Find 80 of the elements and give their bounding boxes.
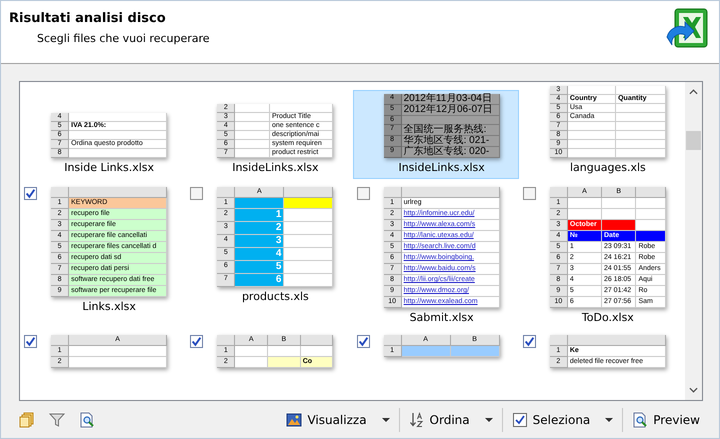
file-name: products.xls [242,290,309,303]
table-cell [568,131,616,140]
table-cell: 6 [235,274,284,287]
file-name: ToDo.xlsx [582,311,634,324]
table-cell [636,198,666,209]
table-cell: 2 [235,222,284,235]
caret-icon [605,418,614,422]
checkbox[interactable] [522,187,536,200]
table-cell [235,113,270,122]
file-name: Inside Links.xlsx [64,161,154,174]
file-name: languages.xls [570,161,646,174]
table-cell [616,149,666,158]
caret-icon [382,418,390,422]
file-name: InsideLinks.xlsx [398,161,485,174]
table-cell: 2012年11月03-04日 [402,94,500,105]
table-cell: 5 [235,261,284,274]
table-cell [284,248,334,261]
toolbar-button[interactable]: Visualizza [281,408,395,430]
table-cell [568,198,602,209]
table-cell [568,149,616,158]
table-cell [284,235,334,248]
table-cell [235,122,270,131]
table-cell [616,140,666,149]
table-cell [284,261,334,274]
table-cell [235,131,270,140]
table-cell: 华东地区专线: 021- [402,136,500,147]
document-search-icon[interactable] [79,412,95,428]
column-header [636,187,666,198]
table-cell [235,140,270,149]
column-header [300,335,334,346]
checkbox[interactable] [356,335,370,348]
checkbox[interactable] [190,187,204,200]
table-cell [235,104,270,113]
table-cell [568,140,616,149]
table-cell [636,209,666,220]
table-cell [568,122,616,131]
table-cell [270,104,334,113]
scrollbar[interactable] [685,82,702,400]
table-cell [616,104,666,113]
table-cell [235,149,270,158]
file-name: InsideLinks.xlsx [232,161,319,174]
table-cell: 1 [235,209,284,222]
table-cell: 2012年12月06-07日 [402,105,500,116]
picture-icon [286,412,302,428]
checkbox[interactable] [24,187,37,200]
toolbar-button[interactable]: Preview [627,408,705,430]
checkbox[interactable] [356,187,370,200]
table-cell: 全国统一服务热线: [402,125,500,136]
subtitle: Scegli files che vuoi recuperare [37,32,210,45]
table-cell: 4 [235,248,284,261]
scroll-down-icon[interactable] [689,387,698,393]
filter-icon[interactable] [49,412,65,428]
table-cell [616,131,666,140]
checkbox[interactable] [190,335,204,348]
document-search-icon [632,412,648,428]
table-cell [616,86,666,95]
window-title: Risultati analisi disco [9,11,167,26]
scroll-up-icon[interactable] [689,89,698,95]
table-cell [602,198,636,209]
table-cell [616,122,666,131]
sort-icon [408,412,425,428]
table-cell [235,346,268,357]
toolbar-button[interactable]: Seleziona [506,408,618,430]
checkbox[interactable] [24,335,37,348]
table-cell [616,113,666,122]
file-name: Links.xlsx [82,300,136,313]
scroll-thumb[interactable] [686,131,701,150]
checkbox[interactable] [522,335,536,348]
table-cell: 3 [235,235,284,248]
caret-icon [484,418,493,422]
table-cell [284,274,334,287]
table-cell [568,86,616,95]
column-header [284,187,334,198]
checkbox-icon [512,412,528,428]
table-cell [284,222,334,235]
toolbar-button[interactable]: Ordina [404,408,498,430]
file-name: Sabmit.xlsx [410,311,474,324]
table-cell: 广东地区专线: 020- [402,147,500,158]
table-cell [284,209,334,222]
pages-icon[interactable] [19,412,35,428]
